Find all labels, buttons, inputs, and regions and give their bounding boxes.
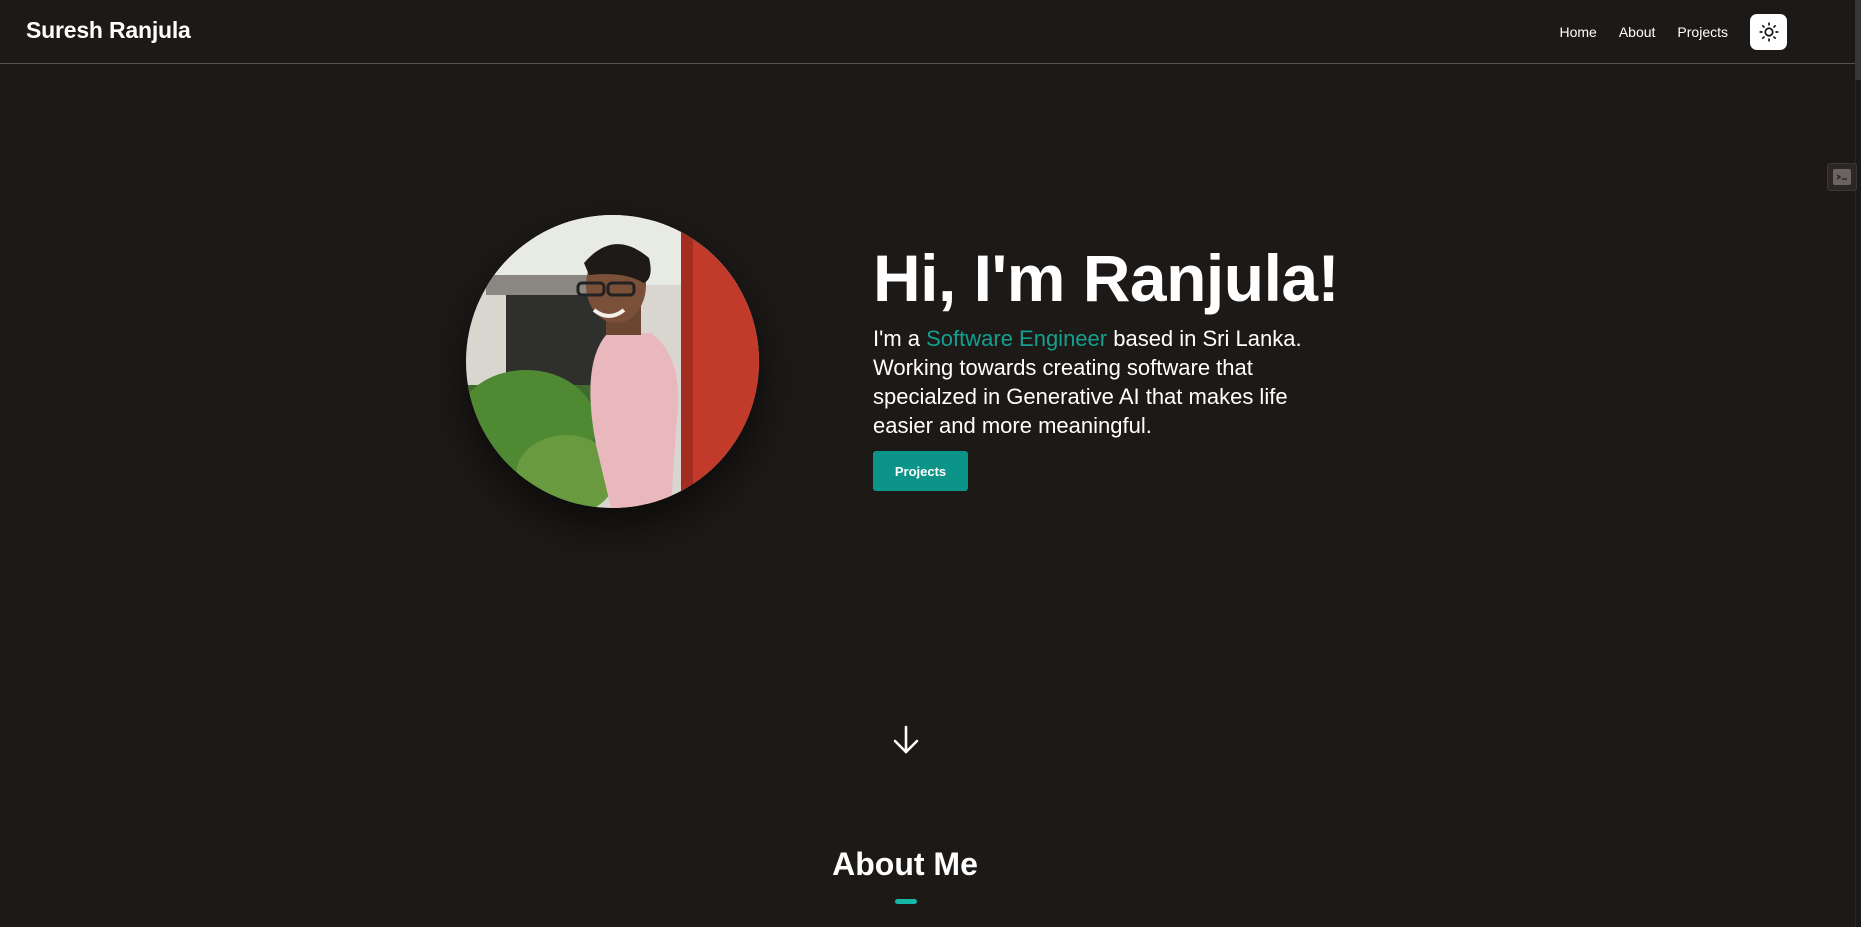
- about-heading: About Me: [832, 846, 978, 882]
- projects-button[interactable]: Projects: [873, 451, 968, 491]
- main-nav: Home About Projects: [1559, 14, 1787, 50]
- arrow-down-icon: [893, 725, 919, 754]
- brand-name[interactable]: Suresh Ranjula: [26, 17, 191, 44]
- hero-section: Hi, I'm Ranjula! I'm a Software Engineer…: [873, 236, 1353, 491]
- intro-prefix: I'm a: [873, 326, 927, 351]
- portfolio-page: Suresh Ranjula Home About Projects Hi, I…: [0, 0, 1861, 927]
- scrollbar-thumb[interactable]: [1855, 0, 1861, 80]
- nav-about[interactable]: About: [1619, 24, 1656, 40]
- nav-home[interactable]: Home: [1559, 24, 1596, 40]
- sun-icon: [1758, 22, 1779, 42]
- theme-toggle-button[interactable]: [1750, 14, 1787, 50]
- role-highlight: Software Engineer: [926, 326, 1108, 351]
- heading-underline: [895, 899, 917, 904]
- hero-description: I'm a Software Engineer based in Sri Lan…: [873, 324, 1353, 440]
- page-scrollbar[interactable]: [1855, 0, 1861, 927]
- extension-widget[interactable]: [1827, 163, 1857, 191]
- site-header: Suresh Ranjula Home About Projects: [0, 0, 1861, 64]
- hero-title: Hi, I'm Ranjula!: [873, 241, 1340, 315]
- profile-photo: [466, 215, 759, 508]
- scroll-down-button[interactable]: [892, 725, 920, 755]
- nav-projects[interactable]: Projects: [1677, 24, 1728, 40]
- extension-icon: [1833, 169, 1851, 185]
